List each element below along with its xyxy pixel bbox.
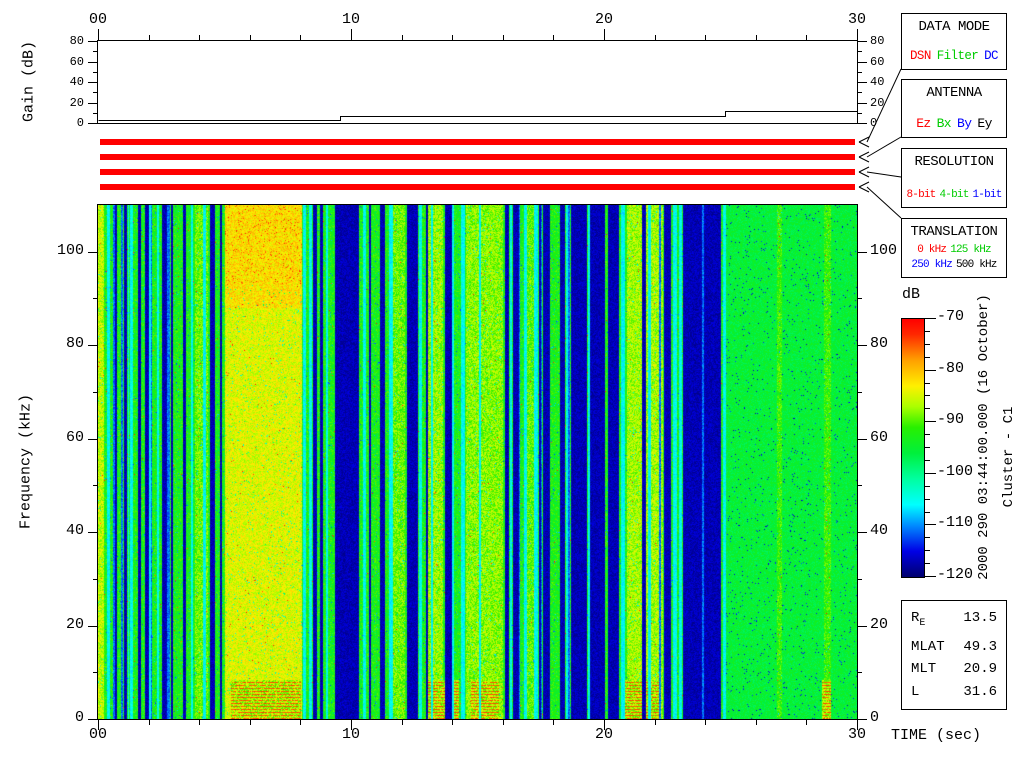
freq-tick-label-left: 40 — [65, 522, 84, 540]
time-tick-label: 30 — [847, 726, 866, 743]
colorbar-tick-label: -90 — [937, 411, 965, 429]
l-value: 31.6 — [963, 683, 997, 700]
data-mode-option-filter: Filter — [936, 49, 979, 63]
translation-option-0khz: 0 kHz — [917, 244, 947, 256]
resolution-option-8bit: 8-bit — [906, 189, 936, 201]
colorbar-unit-label: dB — [902, 286, 921, 303]
mlt-label: MLT — [911, 661, 937, 678]
antenna-option-bx: Bx — [936, 116, 952, 131]
ephemeris-row-l: L 31.6 — [911, 683, 997, 701]
mlat-label: MLAT — [911, 638, 945, 655]
spectrogram-canvas — [98, 205, 857, 719]
translation-title: TRANSLATION — [910, 224, 998, 240]
translation-option-250khz: 250 kHz — [911, 259, 952, 271]
status-bar-resolution — [100, 169, 855, 175]
frequency-axis-label: Frequency (kHz) — [17, 393, 35, 530]
status-bar-translation — [100, 184, 855, 190]
gain-y-tick-label-right: 0 — [870, 116, 878, 130]
gain-y-tick-label-left: 80 — [69, 34, 84, 48]
l-label: L — [911, 683, 920, 700]
status-bar-antenna — [100, 154, 855, 160]
panel-data-mode: DATA MODE DSN Filter DC — [901, 13, 1007, 70]
gain-y-tick-label-right: 60 — [870, 54, 885, 69]
antenna-title: ANTENNA — [926, 85, 982, 101]
colorbar-tick-label: -80 — [937, 359, 965, 377]
gain-x-tick-label: 00 — [88, 11, 107, 28]
time-tick-label: 00 — [88, 726, 107, 743]
ephemeris-row-mlt: MLT 20.9 — [911, 660, 997, 678]
time-tick-label: 20 — [594, 726, 613, 743]
resolution-title: RESOLUTION — [914, 154, 994, 170]
freq-tick-label-right: 0 — [870, 709, 880, 726]
freq-tick-label-right: 100 — [870, 241, 898, 259]
gain-y-tick-label-left: 0 — [76, 116, 84, 130]
antenna-option-by: By — [957, 116, 972, 131]
antenna-option-ez: Ez — [916, 116, 931, 131]
panel-translation: TRANSLATION 0 kHz 125 kHz 250 kHz 500 kH… — [901, 218, 1007, 278]
freq-tick-label-left: 60 — [65, 428, 84, 446]
colorbar-tick-label: -100 — [937, 462, 974, 480]
gain-x-tick-label: 10 — [341, 11, 360, 28]
timestamp-vertical-label: 2000 290 03:44:00.000 (16 October) — [976, 294, 992, 580]
freq-tick-label-right: 40 — [870, 522, 889, 540]
freq-tick-label-right: 80 — [870, 335, 889, 353]
gain-y-tick-label-left: 60 — [69, 54, 84, 69]
gain-x-tick-label: 30 — [847, 11, 866, 28]
spacecraft-vertical-label: Cluster - C1 — [1001, 406, 1017, 508]
colorbar — [901, 318, 925, 578]
gain-axis-label: Gain (dB) — [20, 41, 38, 123]
data-mode-title: DATA MODE — [918, 19, 990, 35]
panel-resolution: RESOLUTION 8-bit 4-bit 1-bit — [901, 148, 1007, 208]
translation-option-500khz: 500 kHz — [956, 259, 997, 271]
colorbar-tick-label: -110 — [937, 514, 974, 532]
wideband-plot-page: { "labels": { "time_axis": "TIME (sec)",… — [0, 0, 1024, 768]
ephemeris-row-mlat: MLAT 49.3 — [911, 638, 997, 656]
ephemeris-row-re: RE 13.5 — [911, 609, 997, 633]
time-axis-label: TIME (sec) — [891, 727, 982, 744]
colorbar-tick-label: -120 — [937, 566, 974, 583]
antenna-option-ey: Ey — [977, 116, 992, 131]
re-value: 13.5 — [963, 610, 997, 627]
colorbar-tick-label: -70 — [937, 308, 965, 325]
mlt-value: 20.9 — [963, 661, 997, 678]
gain-y-tick-label-left: 40 — [69, 75, 84, 89]
resolution-option-4bit: 4-bit — [939, 189, 969, 201]
gain-y-tick-label-right: 80 — [870, 34, 885, 48]
re-sub: E — [919, 618, 926, 630]
mlat-value: 49.3 — [963, 638, 997, 655]
panel-ephemeris: RE 13.5 MLAT 49.3 MLT 20.9 L 31.6 — [901, 600, 1007, 710]
gain-y-tick-label-right: 40 — [870, 75, 885, 89]
freq-tick-label-left: 80 — [65, 335, 84, 353]
panel-antenna: ANTENNA Ez Bx By Ey — [901, 79, 1007, 138]
data-mode-option-dc: DC — [984, 49, 998, 63]
gain-y-tick-label-right: 20 — [870, 95, 885, 110]
freq-tick-label-left: 0 — [74, 709, 84, 726]
time-tick-label: 10 — [341, 726, 360, 743]
freq-tick-label-right: 60 — [870, 428, 889, 446]
gain-y-tick-label-left: 20 — [69, 95, 84, 110]
status-bar-data-mode — [100, 139, 855, 145]
freq-tick-label-left: 100 — [56, 241, 84, 259]
freq-tick-label-left: 20 — [65, 615, 84, 633]
gain-x-tick-label: 20 — [594, 11, 613, 28]
resolution-option-1bit: 1-bit — [972, 189, 1003, 201]
data-mode-option-dsn: DSN — [910, 49, 931, 63]
freq-tick-label-right: 20 — [870, 615, 889, 633]
translation-option-125khz: 125 kHz — [950, 244, 991, 256]
